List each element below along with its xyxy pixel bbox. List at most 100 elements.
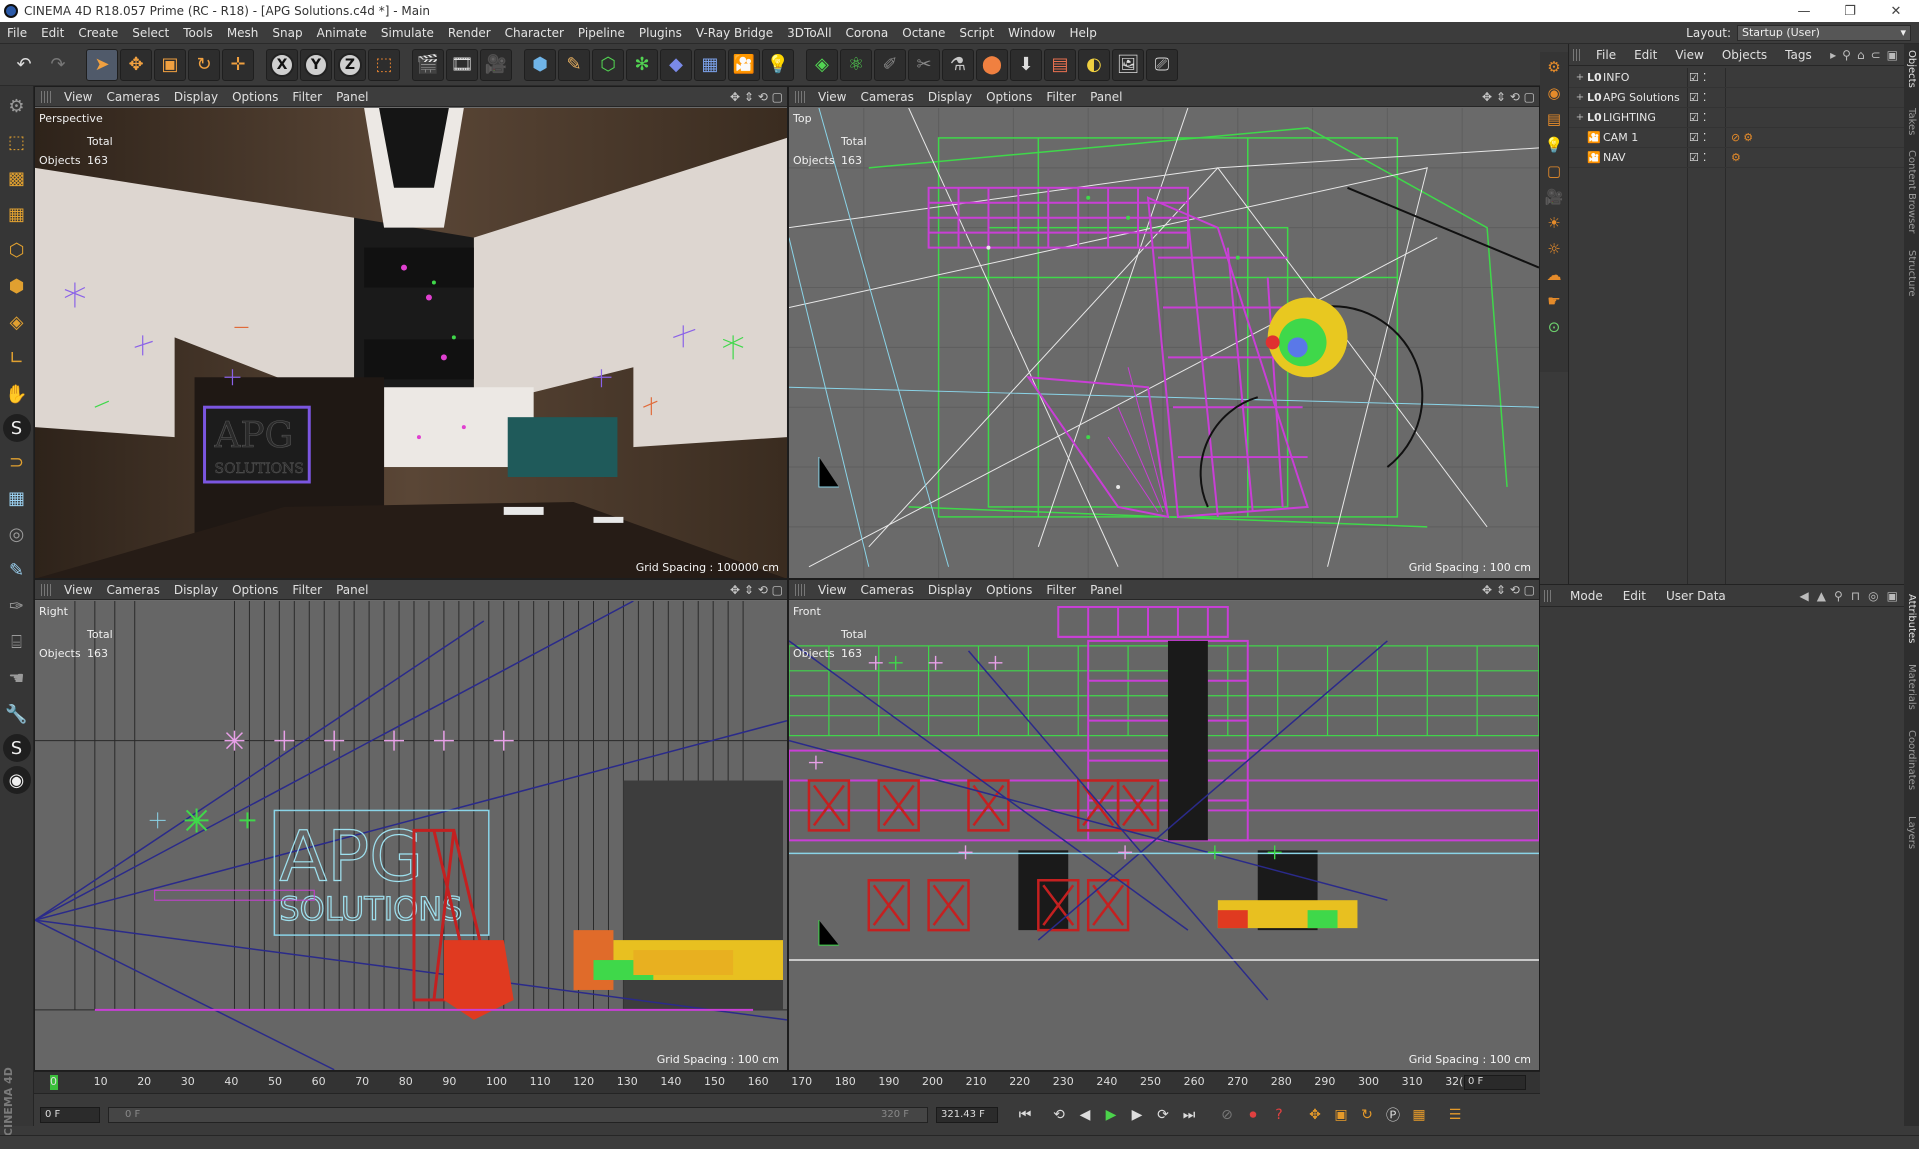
render-dots-icon[interactable]: ⁚: [1703, 91, 1707, 104]
menu-create[interactable]: Create: [71, 26, 125, 40]
layer-icon[interactable]: ⎚: [1146, 48, 1178, 81]
menu-select[interactable]: Select: [125, 26, 176, 40]
viewport-menu-filter[interactable]: Filter: [285, 90, 329, 104]
viewport-menu-options[interactable]: Options: [225, 90, 285, 104]
download-icon[interactable]: ⬇: [1010, 48, 1042, 81]
stairs-icon[interactable]: ⌸: [2, 626, 32, 658]
key-rotation-icon[interactable]: ↻: [1354, 1102, 1380, 1128]
restore-button[interactable]: ❐: [1827, 4, 1873, 19]
menu-3dtoall[interactable]: 3DToAll: [780, 26, 838, 40]
layout-dropdown[interactable]: Startup (User): [1737, 24, 1911, 41]
viewport-right[interactable]: View Cameras Display Options Filter Pane…: [34, 579, 788, 1071]
camera-tag-icon[interactable]: ⚙: [1743, 131, 1753, 144]
visibility-check-icon[interactable]: ☑: [1689, 151, 1699, 164]
object-row-info[interactable]: + L0 INFO ☑ ⁚: [1569, 68, 1905, 88]
cloner-icon[interactable]: ✻: [626, 48, 658, 81]
viewport-menu-options[interactable]: Options: [979, 583, 1039, 597]
sculpt-icon[interactable]: ✎: [2, 554, 32, 586]
new-panel-icon[interactable]: ▣: [1887, 589, 1898, 603]
viewport-menu-view[interactable]: View: [57, 583, 99, 597]
x-axis-lock-icon[interactable]: X: [266, 48, 298, 81]
model-mode-icon[interactable]: ⬚: [2, 126, 32, 158]
display-icon[interactable]: ▢: [1543, 160, 1565, 182]
pen-spline-icon[interactable]: ✎: [558, 48, 590, 81]
record-icon[interactable]: ⏺: [1240, 1102, 1266, 1128]
brush-icon[interactable]: ✐: [874, 48, 906, 81]
viewport-nav-icons[interactable]: ✥ ⇕ ⟲ ▢: [730, 90, 787, 104]
hand-icon[interactable]: ☚: [2, 662, 32, 694]
hair-icon[interactable]: ⚗: [942, 48, 974, 81]
object-row-apg-solutions[interactable]: + L0 APG Solutions ☑ ⁚: [1569, 88, 1905, 108]
y-axis-lock-icon[interactable]: Y: [300, 48, 332, 81]
previous-key-icon[interactable]: ⟲: [1046, 1102, 1072, 1128]
workplane-icon[interactable]: ▦: [2, 198, 32, 230]
panel-grip-icon[interactable]: [795, 583, 805, 596]
menu-plugins[interactable]: Plugins: [632, 26, 689, 40]
redo-icon[interactable]: ↷: [42, 49, 74, 81]
link-icon[interactable]: ⊂: [1871, 48, 1881, 62]
viewport-menu-display[interactable]: Display: [167, 583, 225, 597]
recent-tool-icon[interactable]: ✛: [222, 48, 254, 81]
polygons-mode-icon[interactable]: ◈: [2, 306, 32, 338]
viewport-menu-display[interactable]: Display: [921, 90, 979, 104]
magnet-icon[interactable]: ⊃: [2, 446, 32, 478]
viewport-menu-display[interactable]: Display: [167, 90, 225, 104]
sun-icon[interactable]: ☀: [1543, 212, 1565, 234]
object-name[interactable]: APG Solutions: [1603, 91, 1701, 104]
viewport-menu-cameras[interactable]: Cameras: [99, 90, 166, 104]
tab-materials[interactable]: Materials: [1906, 664, 1917, 710]
move-tool-icon[interactable]: ✥: [120, 48, 152, 81]
object-row-nav[interactable]: 🎦 NAV ☑ ⁚ ⚙: [1569, 148, 1905, 168]
camera-rig-icon[interactable]: 🎥: [1543, 186, 1565, 208]
menu-help[interactable]: Help: [1062, 26, 1103, 40]
visibility-check-icon[interactable]: ☑: [1689, 91, 1699, 104]
viewport-menu-panel[interactable]: Panel: [1083, 90, 1129, 104]
picture-viewer-icon[interactable]: 🖼: [1112, 48, 1144, 81]
protection-tag-icon[interactable]: ⊘: [1731, 131, 1740, 144]
back-arrow-icon[interactable]: ◀: [1800, 589, 1809, 603]
viewport-menu-view[interactable]: View: [57, 90, 99, 104]
object-row-cam-1[interactable]: 🎦 CAM 1 ☑ ⁚ ⊘ ⚙: [1569, 128, 1905, 148]
lock-icon[interactable]: ⊓: [1851, 589, 1860, 603]
expand-icon[interactable]: +: [1573, 72, 1587, 83]
light-bulb-icon[interactable]: 💡: [1543, 134, 1565, 156]
start-frame-field[interactable]: 0 F: [40, 1106, 100, 1123]
light-icon[interactable]: 💡: [762, 48, 794, 81]
key-pla-icon[interactable]: ▦: [1406, 1102, 1432, 1128]
tweak-mode-icon[interactable]: ✋: [2, 378, 32, 410]
attr-menu-user-data[interactable]: User Data: [1656, 589, 1736, 603]
right-wireframe[interactable]: APG SOLUTIONS: [35, 601, 787, 1071]
visibility-check-icon[interactable]: ☑: [1689, 111, 1699, 124]
autokey-icon[interactable]: ?: [1266, 1102, 1292, 1128]
points-mode-icon[interactable]: ⬡: [2, 234, 32, 266]
search-icon[interactable]: ⚲: [1842, 48, 1851, 62]
viewport-menu-options[interactable]: Options: [979, 90, 1039, 104]
floor-icon[interactable]: ▦: [694, 48, 726, 81]
next-frame-icon[interactable]: ▶: [1124, 1102, 1150, 1128]
tab-objects[interactable]: Objects: [1906, 50, 1917, 88]
sphere-material-icon[interactable]: ⬤: [976, 48, 1008, 81]
render-dots-icon[interactable]: ⁚: [1703, 151, 1707, 164]
viewport-front[interactable]: View Cameras Display Options Filter Pane…: [788, 579, 1540, 1071]
wrench-icon[interactable]: 🔧: [2, 698, 32, 730]
om-menu-view[interactable]: View: [1666, 48, 1712, 62]
tab-structure[interactable]: Structure: [1906, 250, 1917, 297]
render-settings-icon[interactable]: 🎥: [480, 48, 512, 81]
menu-script[interactable]: Script: [952, 26, 1001, 40]
viewport-menu-filter[interactable]: Filter: [1039, 583, 1083, 597]
om-menu-tags[interactable]: Tags: [1776, 48, 1821, 62]
menu-tools[interactable]: Tools: [176, 26, 220, 40]
front-wireframe[interactable]: [789, 601, 1539, 1071]
network-icon[interactable]: ⚛: [840, 48, 872, 81]
solo-icon[interactable]: ◎: [2, 518, 32, 550]
keyframe-selection-icon[interactable]: ⊘: [1214, 1102, 1240, 1128]
search-icon[interactable]: ⚲: [1834, 589, 1843, 603]
close-button[interactable]: ✕: [1873, 4, 1919, 19]
object-name[interactable]: LIGHTING: [1603, 111, 1701, 124]
render-gear-icon[interactable]: ⚙: [1543, 56, 1565, 78]
object-name[interactable]: INFO: [1603, 71, 1701, 84]
camera-icon[interactable]: 🎦: [728, 48, 760, 81]
minimize-button[interactable]: —: [1781, 4, 1827, 19]
expand-arrow-icon[interactable]: ▸: [1830, 48, 1836, 62]
tab-takes[interactable]: Takes: [1906, 108, 1917, 135]
